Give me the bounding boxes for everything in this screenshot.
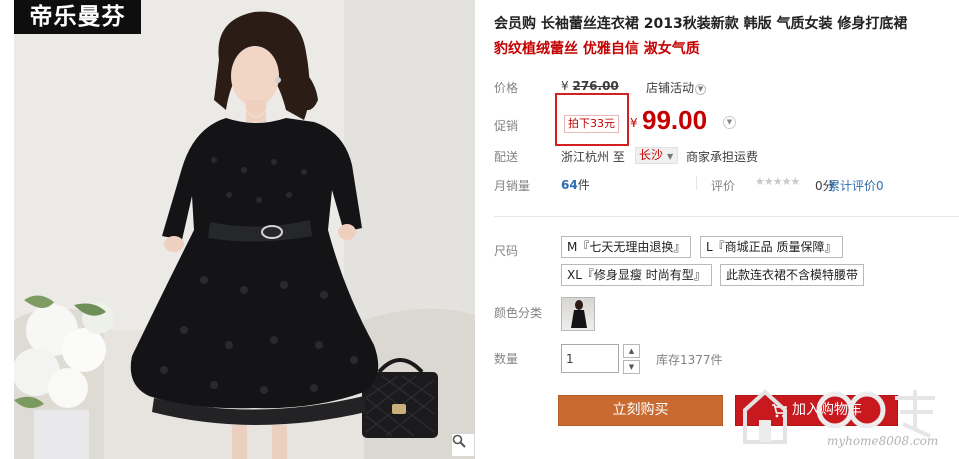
promo-currency-symbol: ¥ (630, 116, 638, 130)
price-chevron-icon[interactable]: ▼ (723, 116, 736, 129)
buy-now-button[interactable]: 立刻购买 (558, 395, 723, 426)
quantity-decrease-button[interactable]: ▼ (623, 360, 640, 374)
color-swatch-black[interactable] (561, 297, 595, 331)
section-divider (494, 216, 959, 217)
freight-info: 商家承担运费 (686, 150, 759, 164)
monthly-sales-label: 月销量 (494, 179, 531, 193)
caret-down-icon: ▼ (667, 152, 674, 161)
chevron-down-icon: ▼ (695, 84, 707, 95)
size-option-note[interactable]: 此款连衣裙不含模特腰带 (720, 264, 865, 286)
quantity-increase-button[interactable]: ▲ (623, 344, 640, 358)
product-subtitle: 豹纹植绒蕾丝 优雅自信 淑女气质 (494, 41, 700, 57)
monthly-sales-unit: 件 (577, 178, 590, 192)
divider-vertical (696, 176, 697, 190)
star-icon: ★ (763, 175, 774, 188)
store-activity-label: 店铺活动 (646, 81, 695, 95)
product-title: 会员购 长袖蕾丝连衣裙 2013秋装新款 韩版 气质女装 修身打底裙 (494, 16, 908, 32)
product-main-image[interactable]: 帝乐曼芬 (14, 0, 475, 459)
add-to-cart-label: 加入购物车 (792, 402, 862, 418)
size-label: 尺码 (494, 244, 519, 258)
dress-thumbnail (571, 300, 587, 328)
product-photo-illustration (14, 0, 475, 459)
size-option-m[interactable]: M『七天无理由退换』 (561, 236, 692, 258)
price-label: 价格 (494, 81, 519, 95)
ship-from-city: 浙江杭州 (561, 150, 610, 164)
destination-selector[interactable]: 长沙 ▼ (635, 147, 679, 164)
star-icon: ★ (781, 175, 792, 188)
monthly-sales: 64件 (561, 176, 590, 193)
size-option-l[interactable]: L『商城正品 质量保障』 (700, 236, 843, 258)
original-price: ¥ 276.00 (561, 79, 619, 93)
rating-label: 评价 (711, 179, 736, 193)
promo-label: 促销 (494, 119, 519, 133)
cart-icon (772, 403, 787, 417)
stock-info: 库存1377件 (656, 353, 723, 367)
star-icon: ★ (772, 175, 783, 188)
store-activity-dropdown[interactable]: 店铺活动 ▼ (646, 79, 707, 96)
magnifier-icon (452, 434, 466, 448)
ship-from: 浙江杭州 至 (561, 148, 625, 165)
brand-logo: 帝乐曼芬 (14, 0, 141, 34)
star-icon: ★ (790, 175, 801, 188)
quantity-label: 数量 (494, 352, 519, 366)
reviews-link[interactable]: 累计评价0 (828, 177, 884, 194)
destination-city: 长沙 (639, 148, 664, 162)
add-to-cart-button[interactable]: 加入购物车 (735, 395, 898, 426)
rating-stars: ★★★★★ (755, 175, 801, 188)
promo-price: 99.00 (642, 105, 708, 135)
original-price-value: 276.00 (572, 79, 619, 93)
zoom-button[interactable] (451, 433, 475, 457)
size-option-xl[interactable]: XL『修身显瘦 时尚有型』 (561, 264, 712, 286)
color-label: 颜色分类 (494, 306, 543, 320)
watermark-text: myhome8008.com (827, 434, 939, 448)
currency-symbol: ¥ (561, 79, 569, 93)
promo-tag: 拍下33元 (564, 115, 619, 133)
shipping-label: 配送 (494, 150, 519, 164)
monthly-sales-count: 64 (561, 178, 578, 192)
star-icon: ★ (755, 175, 765, 188)
ship-to-word: 至 (612, 150, 625, 164)
quantity-input[interactable] (561, 344, 619, 373)
